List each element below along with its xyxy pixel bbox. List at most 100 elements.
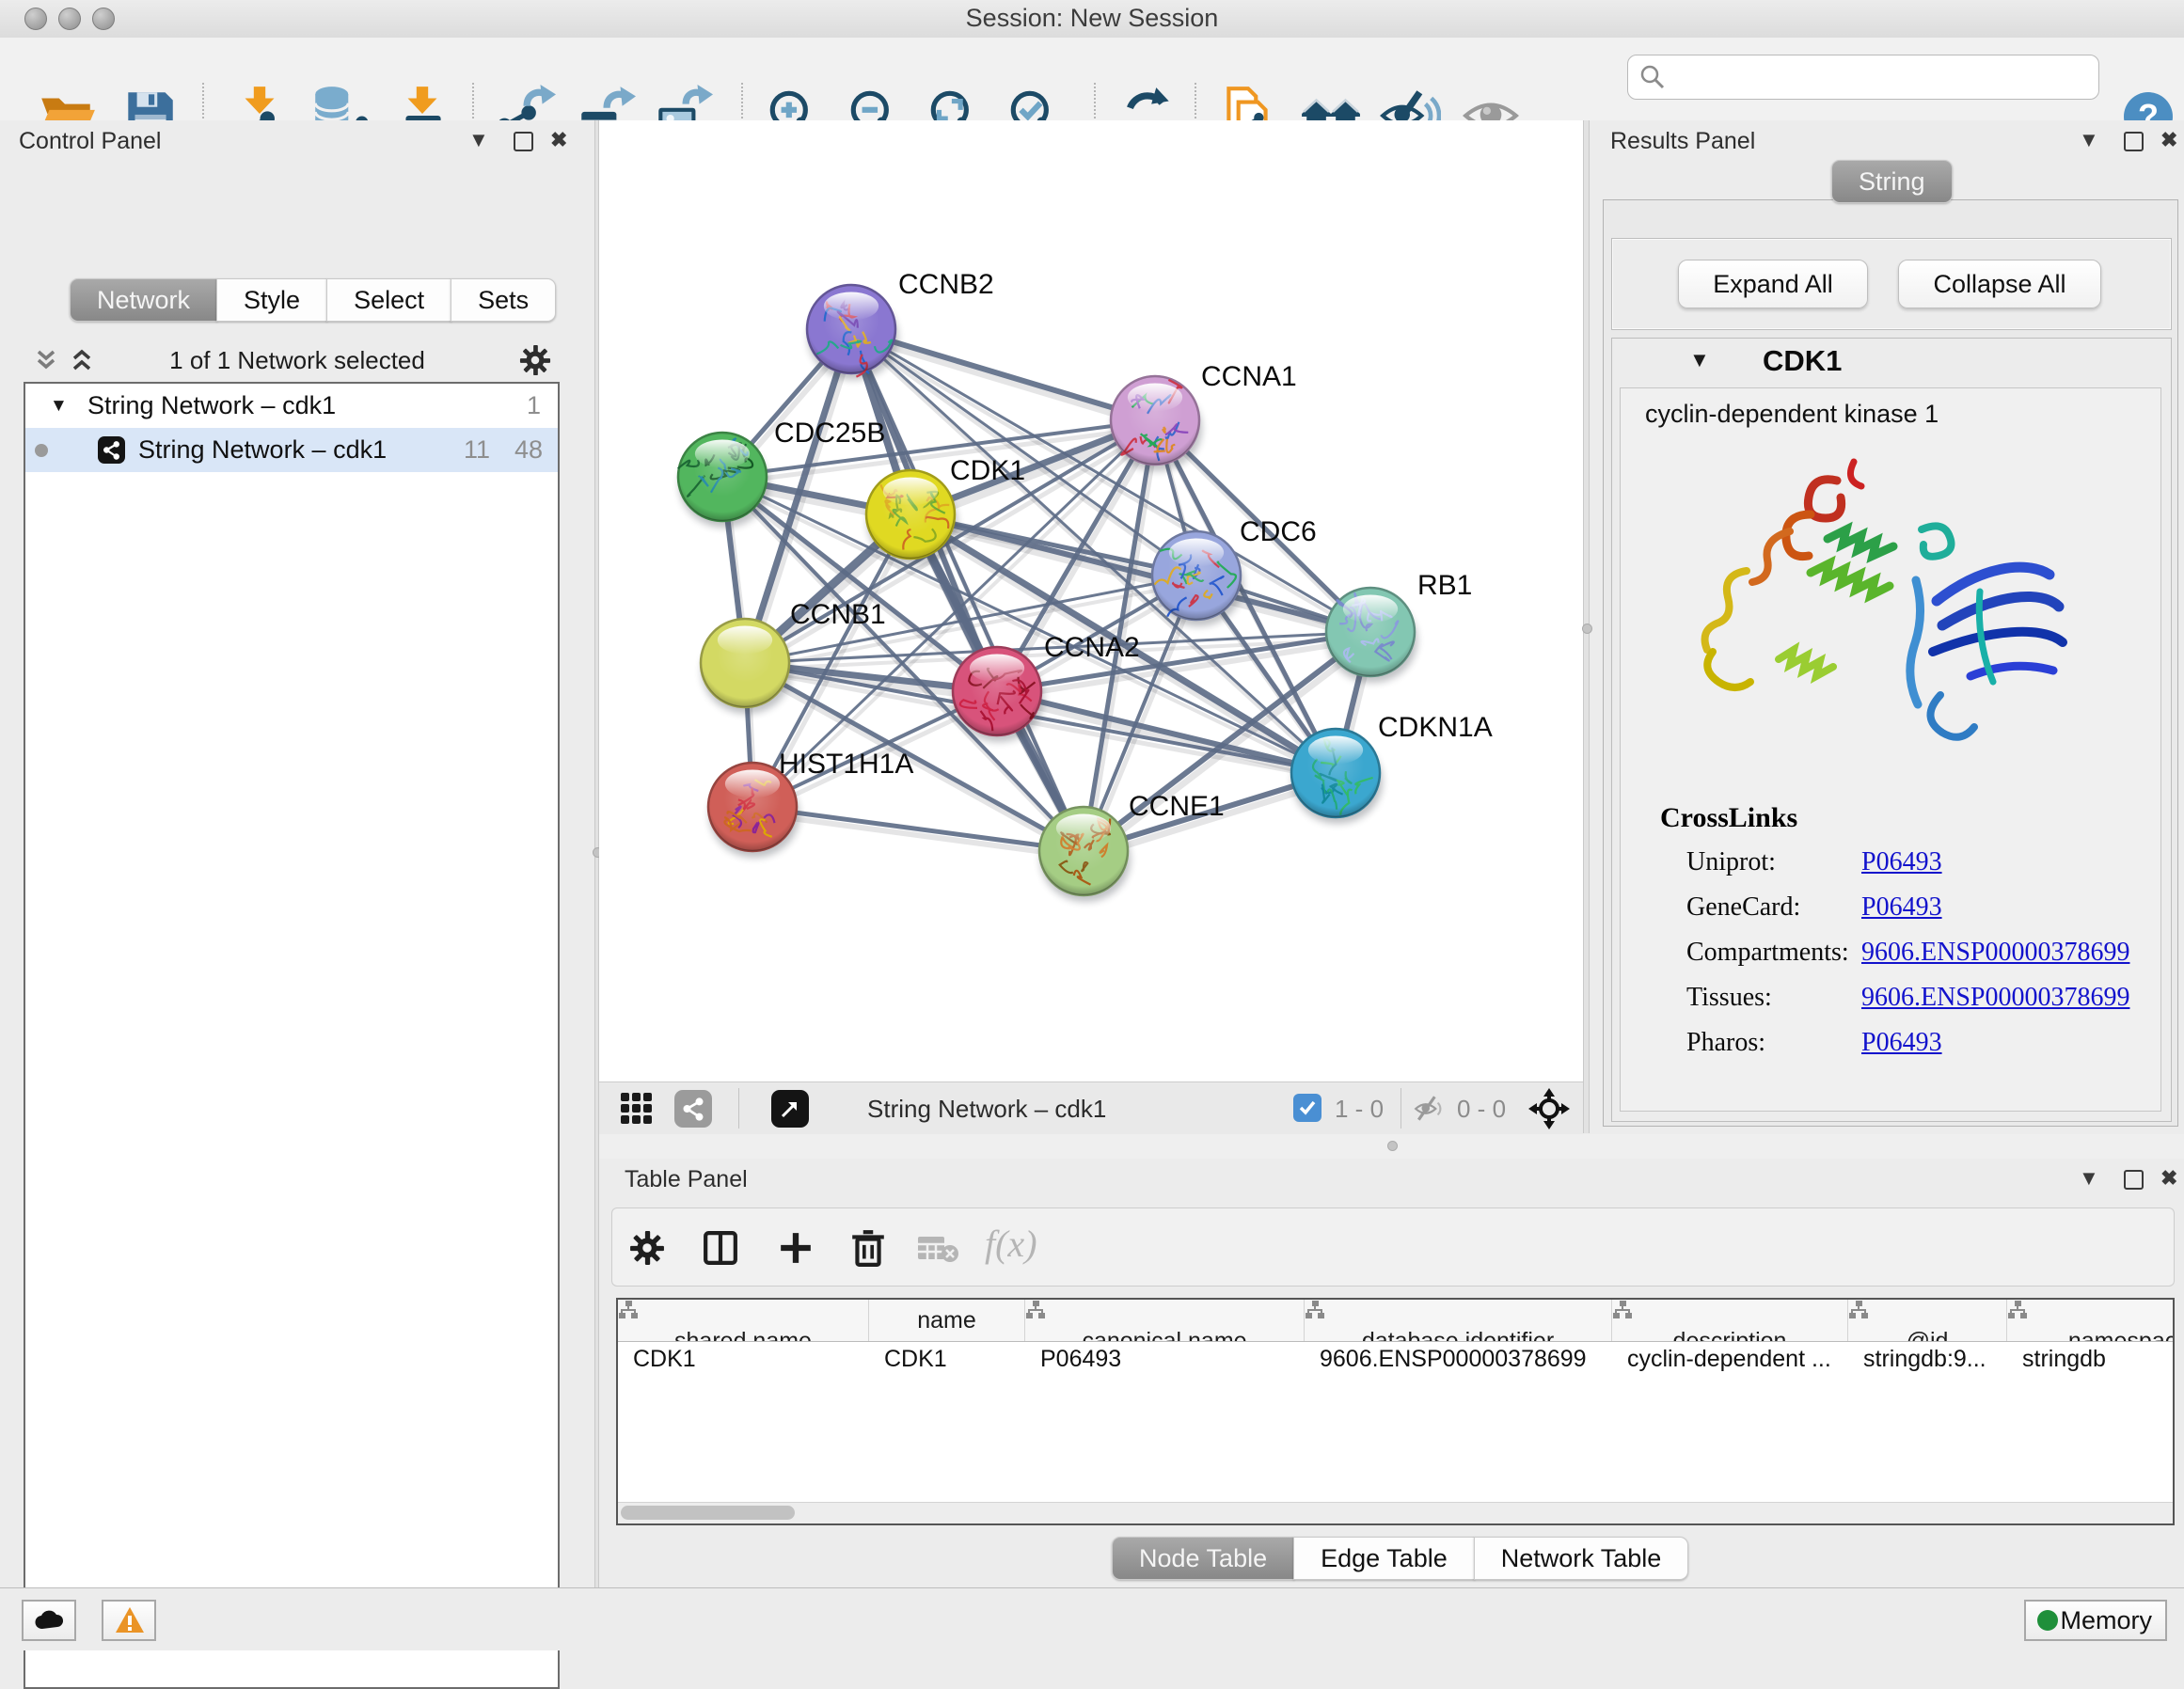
panel-close-icon[interactable]: ✖	[2160, 1168, 2177, 1189]
crosslink-link[interactable]: P06493	[1861, 847, 1942, 876]
horizontal-scrollbar[interactable]	[618, 1502, 2173, 1523]
column-header-description[interactable]: description	[1612, 1300, 1848, 1341]
network-label: String Network – cdk1	[138, 428, 387, 472]
column-header-canonical-name[interactable]: canonical name	[1025, 1300, 1305, 1341]
crosslink-link[interactable]: 9606.ENSP00000378699	[1861, 938, 2129, 967]
table-header-row: shared namenamecanonical namedatabase id…	[618, 1300, 2175, 1342]
results-panel-title: Results Panel	[1610, 128, 1755, 155]
disclosure-triangle-icon[interactable]: ▼	[50, 384, 68, 428]
node-CDKN1A[interactable]	[1291, 729, 1380, 817]
network-tree: ▼ String Network – cdk1 1 String Network…	[24, 382, 560, 1689]
table-cell[interactable]: P06493	[1025, 1341, 1305, 1377]
crosslink-row: Compartments:9606.ENSP00000378699	[1686, 938, 2160, 970]
column-header-database-identifier[interactable]: database identifier	[1305, 1300, 1612, 1341]
tab-network-table[interactable]: Network Table	[1474, 1537, 1689, 1580]
panel-menu-icon[interactable]: ▼	[468, 130, 489, 150]
tab-select[interactable]: Select	[326, 278, 451, 322]
network-options-gear-icon[interactable]	[519, 344, 551, 376]
node-table[interactable]: shared namenamecanonical namedatabase id…	[616, 1298, 2175, 1525]
panel-float-icon[interactable]	[2124, 132, 2144, 151]
search-input[interactable]	[1627, 55, 2099, 100]
splitter-handle[interactable]	[1582, 624, 1592, 634]
table-tabs: Node TableEdge TableNetwork Table	[1112, 1537, 1688, 1580]
column-header-namespace[interactable]: namespace	[2007, 1300, 2175, 1341]
node-label-RB1: RB1	[1417, 570, 1472, 601]
edge-count: 48	[514, 428, 543, 472]
control-panel-title: Control Panel	[19, 128, 161, 155]
column-header-name[interactable]: name	[869, 1300, 1025, 1341]
node-label-CCNA2: CCNA2	[1044, 632, 1140, 663]
hidden-count: 0 - 0	[1457, 1095, 1506, 1124]
node-CCNA2[interactable]	[953, 647, 1041, 735]
collapse-all-button[interactable]: Collapse All	[1898, 260, 2101, 308]
tab-string[interactable]: String	[1831, 160, 1953, 203]
cloud-button[interactable]	[22, 1600, 76, 1641]
expand-all-button[interactable]: Expand All	[1678, 260, 1868, 308]
table-panel-title: Table Panel	[625, 1166, 748, 1193]
network-status-dot-icon	[35, 444, 48, 457]
panel-menu-icon[interactable]: ▼	[2079, 1168, 2099, 1189]
column-header-shared-name[interactable]: shared name	[618, 1300, 869, 1341]
table-cell[interactable]: 9606.ENSP00000378699	[1305, 1341, 1612, 1377]
panel-close-icon[interactable]: ✖	[550, 130, 567, 150]
protein-section-header[interactable]: ▼ CDK1	[1612, 339, 2171, 386]
panel-float-icon[interactable]	[2124, 1170, 2144, 1190]
node-label-CDC25B: CDC25B	[774, 418, 885, 449]
tab-node-table[interactable]: Node Table	[1112, 1537, 1294, 1580]
tab-network[interactable]: Network	[70, 278, 217, 322]
crosslink-row: Uniprot:P06493	[1686, 847, 2160, 879]
tab-sets[interactable]: Sets	[451, 278, 556, 322]
crosslink-link[interactable]: P06493	[1861, 1028, 1942, 1057]
protein-structure-image	[1670, 441, 2102, 791]
table-cell[interactable]: stringdb:9...	[1848, 1341, 2007, 1377]
tab-edge-table[interactable]: Edge Table	[1293, 1537, 1475, 1580]
column-type-tree-icon	[1305, 1300, 1325, 1320]
show-columns-icon[interactable]	[703, 1230, 738, 1266]
network-tree-child-row[interactable]: String Network – cdk1 11 48	[25, 428, 558, 472]
column-type-tree-icon	[618, 1300, 639, 1320]
scrollbar-thumb[interactable]	[621, 1506, 795, 1520]
splitter-handle[interactable]	[1387, 1141, 1398, 1151]
add-column-icon[interactable]	[778, 1230, 814, 1266]
crosslink-link[interactable]: P06493	[1861, 892, 1942, 922]
node-CCNE1[interactable]	[1039, 807, 1128, 895]
column-header-@id[interactable]: @id	[1848, 1300, 2007, 1341]
table-cell[interactable]: CDK1	[618, 1341, 869, 1377]
open-in-window-icon[interactable]	[771, 1090, 809, 1128]
node-label-CDC6: CDC6	[1240, 516, 1317, 547]
node-CDC6[interactable]	[1152, 531, 1241, 620]
protein-detail-box: cyclin-dependent kinase 1	[1620, 387, 2161, 1112]
warning-button[interactable]	[102, 1600, 156, 1641]
node-CDC25B[interactable]	[678, 433, 767, 521]
tab-style[interactable]: Style	[216, 278, 327, 322]
disclosure-triangle-icon[interactable]: ▼	[1689, 348, 1710, 372]
crosslink-label: Uniprot:	[1686, 847, 1861, 877]
node-RB1[interactable]	[1326, 588, 1415, 676]
crosslink-row: GeneCard:P06493	[1686, 892, 2160, 924]
panel-float-icon[interactable]	[514, 132, 533, 151]
crosslink-link[interactable]: 9606.ENSP00000378699	[1861, 983, 2129, 1012]
panel-menu-icon[interactable]: ▼	[2079, 130, 2099, 150]
control-panel: Control Panel ▼ ✖ NetworkStyleSelectSets…	[0, 120, 594, 1587]
panel-close-icon[interactable]: ✖	[2160, 130, 2177, 150]
network-tree-root-row[interactable]: ▼ String Network – cdk1 1	[25, 384, 558, 428]
fit-selected-crosshair-icon[interactable]	[1528, 1088, 1570, 1129]
column-type-tree-icon	[1025, 1300, 1046, 1320]
memory-button[interactable]: Memory	[2024, 1600, 2167, 1641]
node-CDK1[interactable]	[866, 470, 955, 559]
table-cell[interactable]: stringdb	[2007, 1341, 2175, 1377]
node-CCNB1[interactable]	[701, 619, 789, 707]
network-share-button-icon[interactable]	[674, 1090, 712, 1128]
grid-view-icon[interactable]	[620, 1092, 654, 1126]
table-cell[interactable]: cyclin-dependent ...	[1612, 1341, 1848, 1377]
node-label-CCNB2: CCNB2	[898, 269, 994, 300]
node-label-CCNB1: CCNB1	[790, 599, 886, 630]
network-canvas[interactable]: CCNB2CCNA1CDC25BCDK1CDC6RB1CCNB1CCNA2CDK…	[599, 120, 1583, 1081]
table-cell[interactable]: CDK1	[869, 1341, 1025, 1377]
column-type-tree-icon	[1612, 1300, 1633, 1320]
selected-checkbox-icon[interactable]	[1293, 1094, 1321, 1122]
table-settings-gear-icon[interactable]	[629, 1230, 665, 1266]
node-CCNA1[interactable]	[1111, 376, 1199, 465]
hidden-eye-slash-icon[interactable]	[1414, 1094, 1446, 1124]
delete-column-trash-icon[interactable]	[849, 1228, 887, 1268]
